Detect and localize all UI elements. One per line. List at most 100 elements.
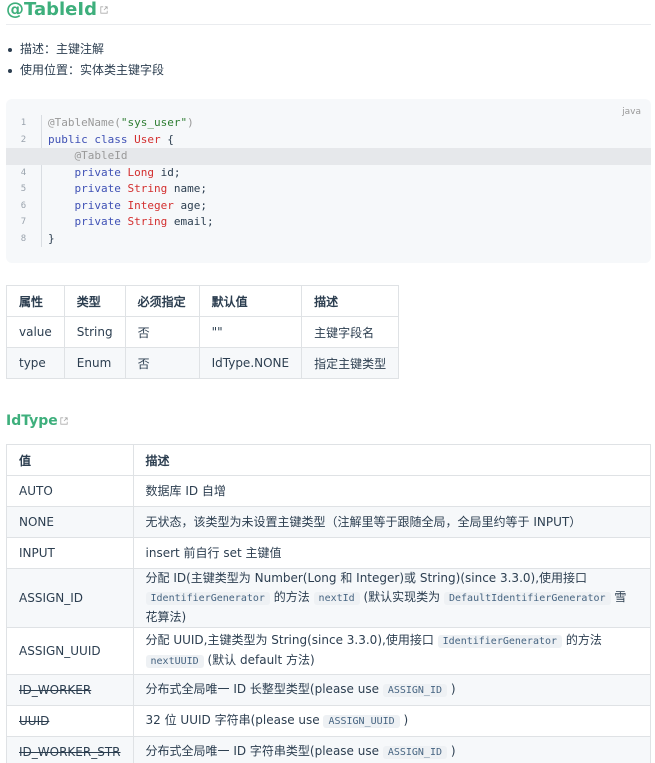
code-token: "sys_user" xyxy=(120,116,188,129)
code-token: name; xyxy=(167,182,207,195)
code-token: private xyxy=(74,198,128,212)
code-token: private xyxy=(74,165,128,179)
code-token: Integer xyxy=(127,198,174,212)
heading-tableid[interactable]: @TableId xyxy=(6,0,651,25)
description-text: 的方法 xyxy=(269,590,314,604)
table-row: INPUT insert 前自行 set 主键值 xyxy=(6,537,652,569)
idtype-description: 分布式全局唯一 ID 长整型类型(please use ASSIGN_ID ) xyxy=(132,674,652,706)
code-line: @TableName("sys_user") xyxy=(6,115,651,132)
code-line: private Long id; xyxy=(6,165,651,182)
description-text: 的方法 xyxy=(562,633,602,647)
code-line: private String email; xyxy=(6,214,651,231)
cell: type xyxy=(6,347,65,379)
code-token: private xyxy=(74,215,128,228)
cell: 否 xyxy=(124,316,200,348)
idtype-description: 无状态，该类型为未设置主键类型（注解里等于跟随全局，全局里约等于 INPUT） xyxy=(132,506,652,538)
cell: 主键字段名 xyxy=(301,316,400,348)
attribute-table: 属性 类型 必须指定 默认值 描述 value String 否 "" 主键字段… xyxy=(6,285,400,379)
table-row: ASSIGN_ID 分配 ID(主键类型为 Number(Long 和 Integ… xyxy=(6,568,652,628)
header-attribute: 属性 xyxy=(6,285,65,317)
idtype-value: INPUT xyxy=(6,537,134,569)
cell: 指定主键类型 xyxy=(301,347,400,379)
inline-code: IdentifierGenerator xyxy=(437,635,563,648)
idtype-table-header: 值 描述 xyxy=(6,444,652,476)
table-row: ID_WORKER 分布式全局唯一 ID 长整型类型(please use ASS… xyxy=(6,674,652,706)
idtype-value: UUID xyxy=(6,705,134,737)
description-text: ) xyxy=(447,744,456,758)
description-text: insert 前自行 set 主键值 xyxy=(145,545,282,560)
description-text: 分布式全局唯一 ID 长整型类型(please use xyxy=(145,682,383,696)
code-token: } xyxy=(48,231,55,245)
external-link-icon xyxy=(60,417,68,425)
code-line: @TableId xyxy=(6,148,651,165)
code-token: id; xyxy=(153,165,181,179)
description-text: 32 位 UUID 字符串(please use xyxy=(145,713,324,727)
table-row: value String 否 "" 主键字段名 xyxy=(6,316,400,348)
heading-idtype-text: IdType xyxy=(6,413,58,429)
header-description: 描述 xyxy=(132,444,652,476)
inline-code: ASSIGN_ID xyxy=(382,684,447,697)
idtype-description: 分配 ID(主键类型为 Number(Long 和 Integer)或 Stri… xyxy=(132,568,652,628)
doc-page: @TableId 描述：主键注解 使用位置：实体类主键字段 java 12345… xyxy=(0,0,655,763)
idtype-description: 分配 UUID,主键类型为 String(since 3.3.0),使用接口 I… xyxy=(132,627,652,675)
table-row: ID_WORKER_STR 分布式全局唯一 ID 字符串类型(please use… xyxy=(6,736,652,763)
idtype-description: 分布式全局唯一 ID 字符串类型(please use ASSIGN_ID ) xyxy=(132,736,652,763)
inline-code: DefaultIdentifierGenerator xyxy=(443,592,611,605)
table-row: type Enum 否 IdType.NONE 指定主键类型 xyxy=(6,347,400,379)
code-token: Long xyxy=(127,165,154,179)
code-token: String xyxy=(127,215,168,228)
table-row: ASSIGN_UUID 分配 UUID,主键类型为 String(since 3.… xyxy=(6,627,652,675)
code-token: ) xyxy=(187,116,194,129)
code-token: age; xyxy=(173,198,207,212)
description-text: ) xyxy=(447,682,456,696)
description-text: 数据库 ID 自增 xyxy=(145,483,226,498)
idtype-description: 32 位 UUID 字符串(please use ASSIGN_UUID ) xyxy=(132,705,652,737)
code-token: private xyxy=(74,182,128,195)
code-line: private Integer age; xyxy=(6,198,651,215)
code-token: public class xyxy=(48,132,135,146)
idtype-value: ID_WORKER xyxy=(6,674,134,706)
description-text: (默认 default 方法) xyxy=(203,653,315,667)
idtype-value: ASSIGN_UUID xyxy=(6,627,134,675)
bullet-description: 描述：主键注解 xyxy=(6,39,651,60)
bullet-usage: 使用位置：实体类主键字段 xyxy=(6,60,651,81)
cell: value xyxy=(6,316,65,348)
inline-code: nextId xyxy=(313,592,360,605)
header-type: 类型 xyxy=(63,285,126,317)
description-text: 分配 ID(主键类型为 Number(Long 和 Integer)或 Stri… xyxy=(145,571,588,585)
code-token: String xyxy=(127,182,168,195)
idtype-table: 值 描述 AUTO 数据库 ID 自增 NONE 无状态，该类型为未设置主键类型（注解… xyxy=(6,444,652,763)
cell: IdType.NONE xyxy=(198,347,303,379)
code-line: private String name; xyxy=(6,181,651,198)
description-text: (默认实现类为 xyxy=(359,590,444,604)
inline-code: ASSIGN_UUID xyxy=(323,715,400,728)
heading-idtype[interactable]: IdType xyxy=(6,411,651,431)
idtype-value: NONE xyxy=(6,506,134,538)
inline-code: nextUUID xyxy=(145,655,204,668)
idtype-value: ASSIGN_ID xyxy=(6,568,134,628)
cell: 否 xyxy=(124,347,200,379)
code-lines: @TableName("sys_user") public class User … xyxy=(6,115,651,247)
header-default: 默认值 xyxy=(198,285,303,317)
external-link-icon xyxy=(100,6,108,14)
description-text: 无状态，该类型为未设置主键类型（注解里等于跟随全局，全局里约等于 INPUT） xyxy=(145,514,582,529)
description-text: 分布式全局唯一 ID 字符串类型(please use xyxy=(145,744,383,758)
code-token: @TableName( xyxy=(48,116,121,129)
header-required: 必须指定 xyxy=(124,285,200,317)
code-token: @TableId xyxy=(74,149,128,162)
table-row: NONE 无状态，该类型为未设置主键类型（注解里等于跟随全局，全局里约等于 INP… xyxy=(6,506,652,538)
table-row: UUID 32 位 UUID 字符串(please use ASSIGN_UUID… xyxy=(6,705,652,737)
cell: Enum xyxy=(63,347,126,379)
cell: "" xyxy=(198,316,303,348)
inline-code: IdentifierGenerator xyxy=(145,592,270,605)
idtype-value: ID_WORKER_STR xyxy=(6,736,134,763)
idtype-value: AUTO xyxy=(6,475,134,507)
code-line: public class User { xyxy=(6,132,651,149)
code-block: java 12345678 @TableName("sys_user")publ… xyxy=(6,99,651,263)
attribute-table-header: 属性 类型 必须指定 默认值 描述 xyxy=(6,285,400,317)
